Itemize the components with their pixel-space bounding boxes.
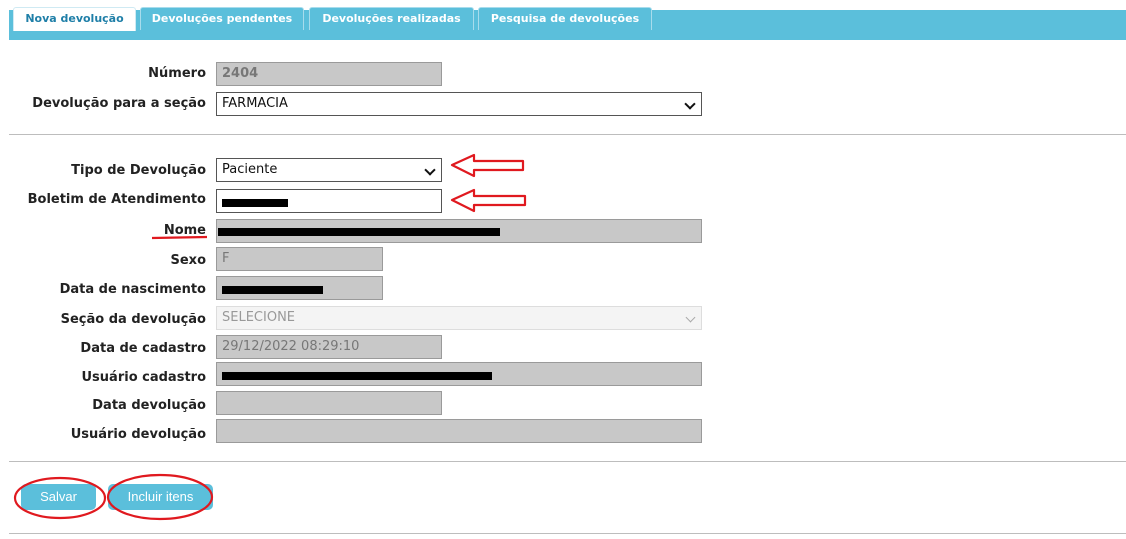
circle-mark [13, 476, 107, 520]
arrow-icon [450, 188, 527, 213]
circle-mark [106, 473, 214, 521]
arrow-icon [450, 153, 525, 178]
annotation-overlay [13, 153, 527, 521]
underline-mark [151, 235, 208, 240]
